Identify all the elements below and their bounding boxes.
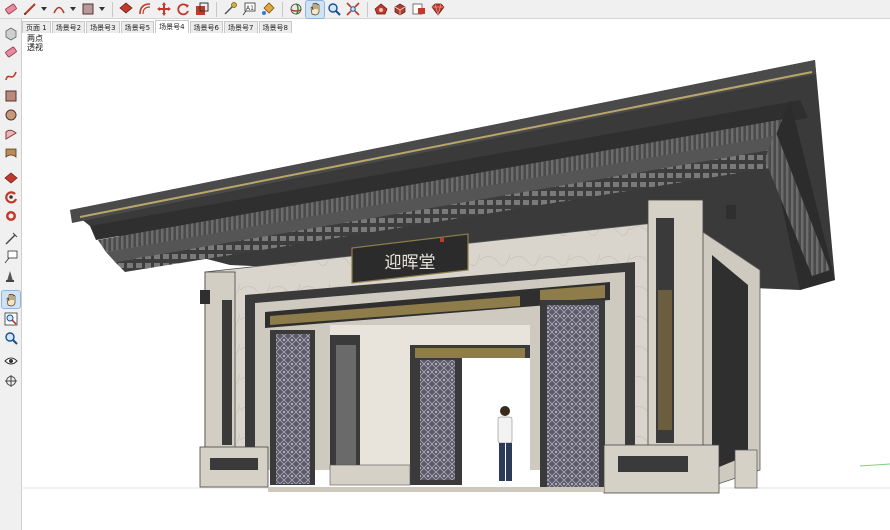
axis-green [859, 463, 890, 467]
lantern-icon [726, 205, 736, 219]
lantern-icon [200, 290, 210, 304]
plaque-text: 迎晖堂 [385, 253, 436, 273]
person-figure [497, 406, 513, 481]
gatehouse-model: 迎晖堂 [23, 60, 890, 494]
sketchup-window: A1 页面 1 场景号2 场景号3 场景号5 场景号4 场景号6 场景号7 场景… [0, 0, 890, 530]
